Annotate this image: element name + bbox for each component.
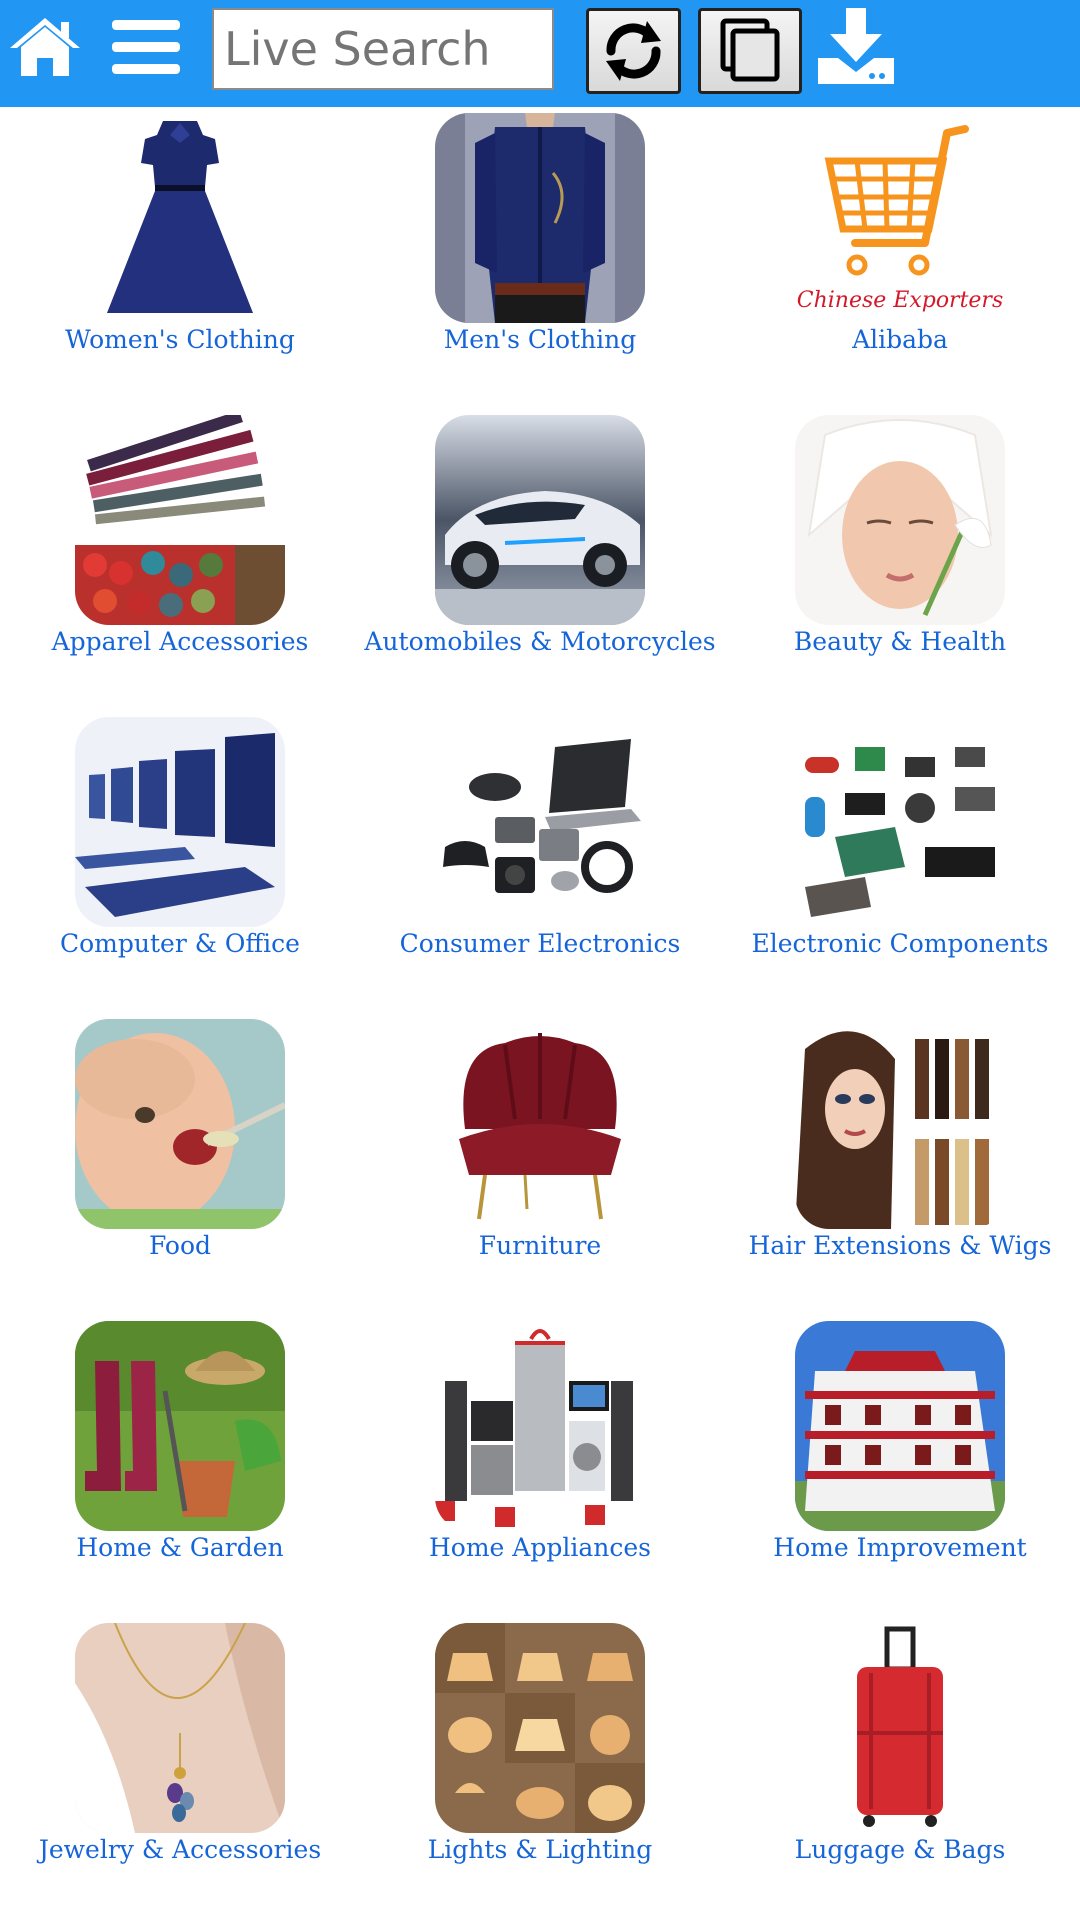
computer-monitors-icon (75, 717, 285, 927)
gadgets-icon (435, 717, 645, 927)
refresh-icon (606, 21, 661, 81)
shirt-icon (435, 113, 645, 323)
category-jewelry-accessories[interactable]: Jewelry & Accessories (0, 1617, 360, 1919)
category-label: Home Improvement (773, 1533, 1027, 1562)
refresh-button[interactable] (586, 8, 681, 94)
copy-button[interactable] (698, 8, 802, 94)
category-luggage-bags[interactable]: Luggage & Bags (720, 1617, 1080, 1919)
belts-buttons-icon (75, 415, 285, 625)
baby-food-icon (75, 1019, 285, 1229)
category-home-appliances[interactable]: Home Appliances (360, 1315, 720, 1617)
category-consumer-electronics[interactable]: Consumer Electronics (360, 711, 720, 1013)
category-label: Apparel Accessories (51, 627, 309, 656)
house-icon (795, 1321, 1005, 1531)
menu-icon[interactable] (110, 16, 182, 78)
category-label: Women's Clothing (65, 325, 295, 354)
category-womens-clothing[interactable]: Women's Clothing (0, 107, 360, 409)
category-grid: Women's Clothing Men's Clothing Chinese … (0, 107, 1080, 1920)
download-icon[interactable] (814, 6, 898, 86)
category-automobiles-motorcycles[interactable]: Automobiles & Motorcycles (360, 409, 720, 711)
category-electronic-components[interactable]: Electronic Components (720, 711, 1080, 1013)
chinese-exporters-logo-text: Chinese Exporters (797, 288, 1004, 313)
garden-icon (75, 1321, 285, 1531)
category-label: Automobiles & Motorcycles (364, 627, 716, 656)
components-icon (795, 717, 1005, 927)
category-computer-office[interactable]: Computer & Office (0, 711, 360, 1013)
category-label: Jewelry & Accessories (38, 1835, 322, 1864)
category-label: Home Appliances (429, 1533, 651, 1562)
category-beauty-health[interactable]: Beauty & Health (720, 409, 1080, 711)
category-label: Luggage & Bags (794, 1835, 1006, 1864)
category-label: Consumer Electronics (399, 929, 681, 958)
category-label: Home & Garden (76, 1533, 284, 1562)
top-bar (0, 0, 1080, 107)
category-food[interactable]: Food (0, 1013, 360, 1315)
car-icon (435, 415, 645, 625)
category-home-garden[interactable]: Home & Garden (0, 1315, 360, 1617)
category-label: Electronic Components (751, 929, 1049, 958)
shopping-cart-icon: Chinese Exporters (795, 113, 1005, 323)
category-apparel-accessories[interactable]: Apparel Accessories (0, 409, 360, 711)
category-lights-lighting[interactable]: Lights & Lighting (360, 1617, 720, 1919)
hair-icon (795, 1019, 1005, 1229)
category-furniture[interactable]: Furniture (360, 1013, 720, 1315)
appliances-icon (435, 1321, 645, 1531)
necklace-icon (75, 1623, 285, 1833)
lamps-icon (435, 1623, 645, 1833)
category-label: Men's Clothing (443, 325, 637, 354)
category-label: Food (148, 1231, 212, 1260)
category-home-improvement[interactable]: Home Improvement (720, 1315, 1080, 1617)
category-label: Hair Extensions & Wigs (748, 1231, 1052, 1260)
armchair-icon (435, 1019, 645, 1229)
category-label: Furniture (478, 1231, 602, 1260)
category-hair-extensions-wigs[interactable]: Hair Extensions & Wigs (720, 1013, 1080, 1315)
category-label: Alibaba (852, 325, 948, 354)
copy-icon (720, 18, 780, 82)
category-label: Beauty & Health (793, 627, 1007, 656)
category-mens-clothing[interactable]: Men's Clothing (360, 107, 720, 409)
suitcase-icon (795, 1623, 1005, 1833)
category-label: Lights & Lighting (427, 1835, 653, 1864)
beauty-face-icon (795, 415, 1005, 625)
dress-icon (75, 113, 285, 323)
live-search-input[interactable] (212, 8, 554, 90)
category-label: Computer & Office (60, 929, 300, 958)
home-icon[interactable] (8, 14, 82, 80)
category-alibaba[interactable]: Chinese Exporters Alibaba (720, 107, 1080, 409)
